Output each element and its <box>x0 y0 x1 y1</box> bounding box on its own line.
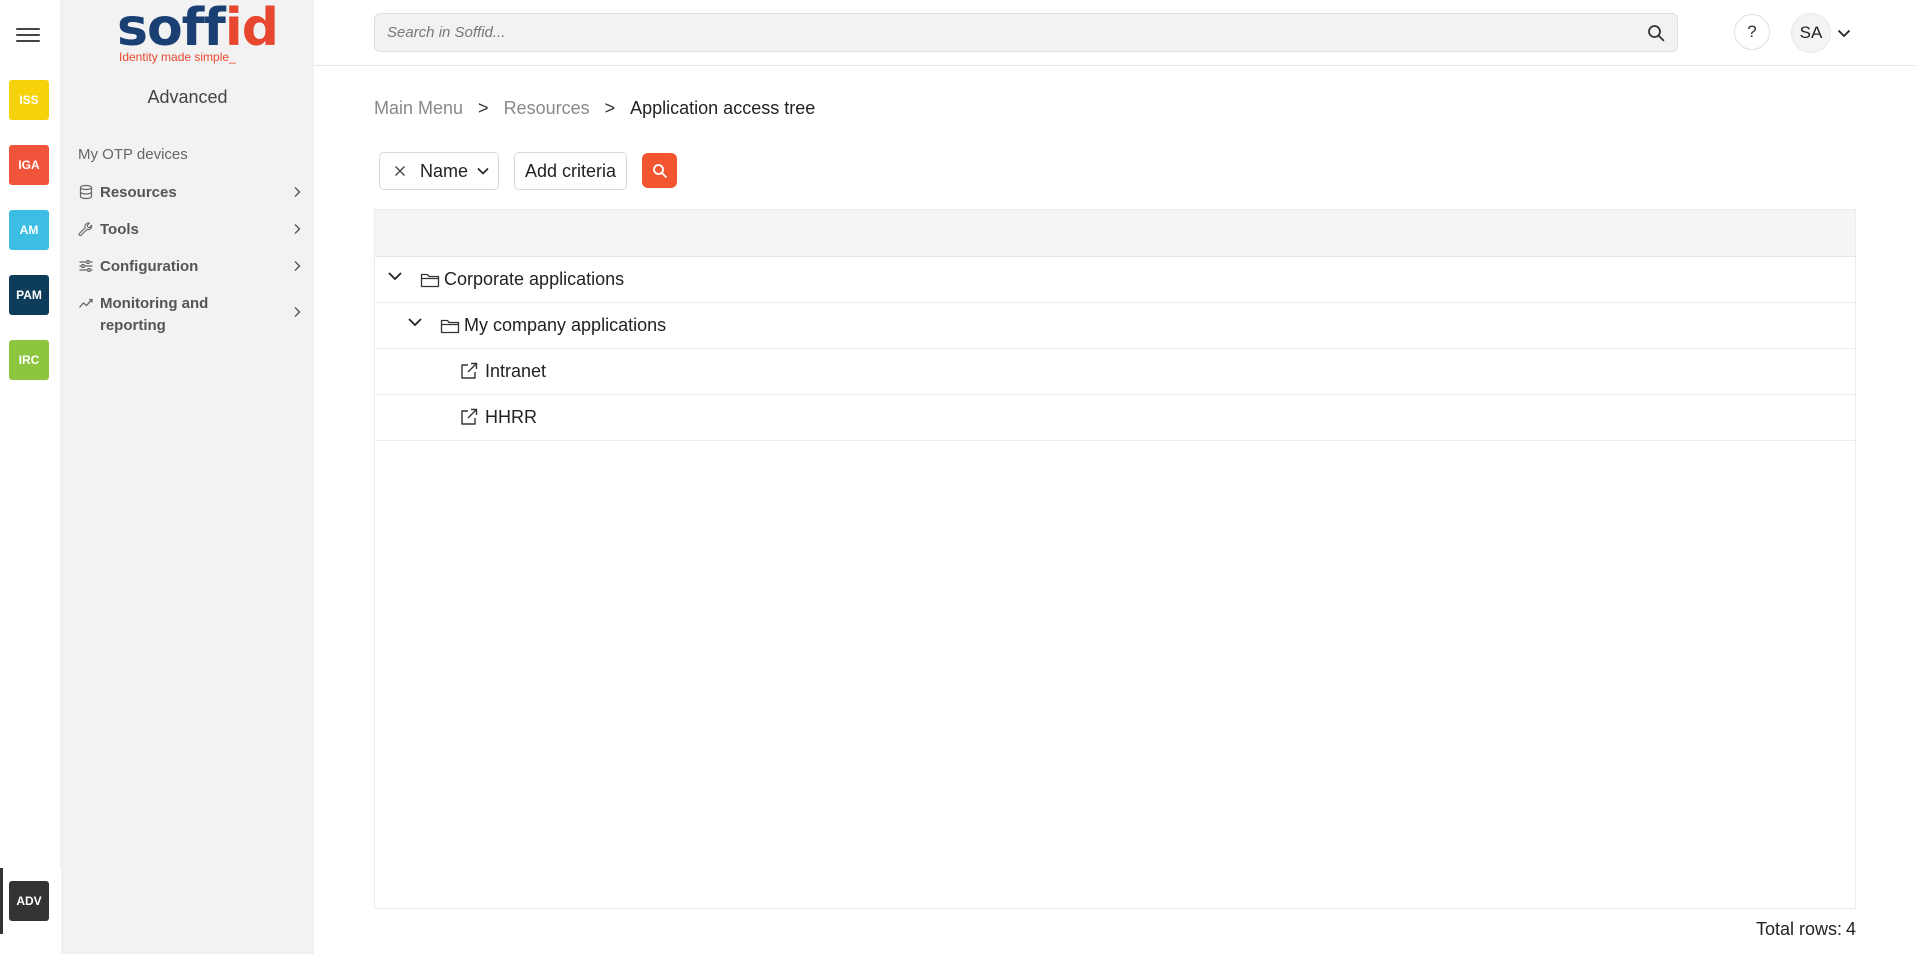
external-link-icon <box>461 408 478 425</box>
breadcrumb-current-page: Application access tree <box>630 98 816 118</box>
menu-item-otp-devices[interactable]: My OTP devices <box>78 146 188 163</box>
tree-row[interactable]: HHRR <box>375 395 1855 441</box>
module-am-button[interactable]: AM <box>9 210 49 250</box>
folder-icon <box>440 319 460 334</box>
total-rows-label: Total rows: <box>1755 919 1842 939</box>
menu-title: Advanced <box>147 87 228 107</box>
total-rows-value: 4 <box>1845 919 1856 939</box>
add-criteria-button[interactable]: Add criteria <box>514 152 627 190</box>
soffid-logo: soffid Identity made simple_ <box>117 2 279 66</box>
chevron-down-icon[interactable] <box>386 267 404 285</box>
database-icon <box>79 184 93 200</box>
module-adv-button[interactable]: ADV <box>9 881 49 921</box>
user-avatar[interactable]: SA <box>1791 13 1831 53</box>
sliders-icon <box>79 260 93 272</box>
breadcrumb: Main Menu > Resources > Application acce… <box>374 98 815 119</box>
global-search-input[interactable] <box>387 14 1637 51</box>
search-icon[interactable] <box>1647 24 1665 42</box>
grid-header <box>375 210 1855 257</box>
folder-icon <box>420 273 440 288</box>
application-tree-grid: Corporate applications My company applic… <box>374 209 1856 909</box>
help-button[interactable]: ? <box>1734 14 1770 50</box>
breadcrumb-main-menu[interactable]: Main Menu <box>374 98 463 119</box>
menu-item-label: Resources <box>100 184 177 201</box>
criteria-label: Name <box>420 160 469 181</box>
tree-node-label: Corporate applications <box>444 269 625 289</box>
total-rows: Total rows: 4 <box>1756 919 1856 940</box>
chevron-right-icon <box>294 261 301 271</box>
tree-node-label: HHRR <box>485 407 537 427</box>
name-criteria-filter[interactable]: Name <box>379 152 499 190</box>
chevron-down-icon[interactable] <box>1836 25 1852 41</box>
module-iss-button[interactable]: ISS <box>9 80 49 120</box>
tree-row[interactable]: Corporate applications <box>375 257 1855 303</box>
menu-item-resources[interactable]: Resources <box>78 182 303 204</box>
chevron-down-icon[interactable] <box>476 164 490 178</box>
tree-node-label: Intranet <box>485 361 547 381</box>
top-bar: ? SA <box>314 0 1916 66</box>
tree-row[interactable]: Intranet <box>375 349 1855 395</box>
global-search-box <box>374 13 1678 52</box>
logo-tagline: Identity made simple_ <box>119 50 236 64</box>
menu-item-label: Tools <box>100 221 139 238</box>
module-irc-button[interactable]: IRC <box>9 340 49 380</box>
search-submit-button[interactable] <box>642 153 677 188</box>
hamburger-menu-icon[interactable] <box>16 24 40 48</box>
search-icon <box>652 163 667 178</box>
wrench-icon <box>78 222 93 236</box>
chart-line-icon <box>79 298 93 308</box>
breadcrumb-resources[interactable]: Resources <box>504 98 590 119</box>
external-link-icon <box>461 362 478 379</box>
chevron-right-icon <box>294 224 301 234</box>
chevron-right-icon <box>294 187 301 197</box>
menu-item-monitoring[interactable]: Monitoring and reporting <box>78 293 303 337</box>
active-module-indicator: ADV <box>0 868 61 954</box>
side-menu: soffid Identity made simple_ Advanced My… <box>61 0 314 954</box>
tree-node-label: My company applications <box>464 315 667 335</box>
menu-item-tools[interactable]: Tools <box>78 219 303 241</box>
app-root: ISS IGA AM PAM IRC ADV soffid Identity m… <box>0 0 1916 954</box>
menu-item-label: Configuration <box>100 258 199 275</box>
chevron-down-icon[interactable] <box>406 313 424 331</box>
close-icon[interactable] <box>394 165 406 177</box>
chevron-right-icon <box>294 307 301 317</box>
menu-item-label: Monitoring and reporting <box>100 295 209 334</box>
breadcrumb-separator: > <box>604 98 616 118</box>
breadcrumb-separator: > <box>478 98 489 118</box>
menu-item-configuration[interactable]: Configuration <box>78 256 303 278</box>
module-iga-button[interactable]: IGA <box>9 145 49 185</box>
module-pam-button[interactable]: PAM <box>9 275 49 315</box>
tree-row[interactable]: My company applications <box>375 303 1855 349</box>
module-rail: ISS IGA AM PAM IRC ADV <box>0 0 61 954</box>
